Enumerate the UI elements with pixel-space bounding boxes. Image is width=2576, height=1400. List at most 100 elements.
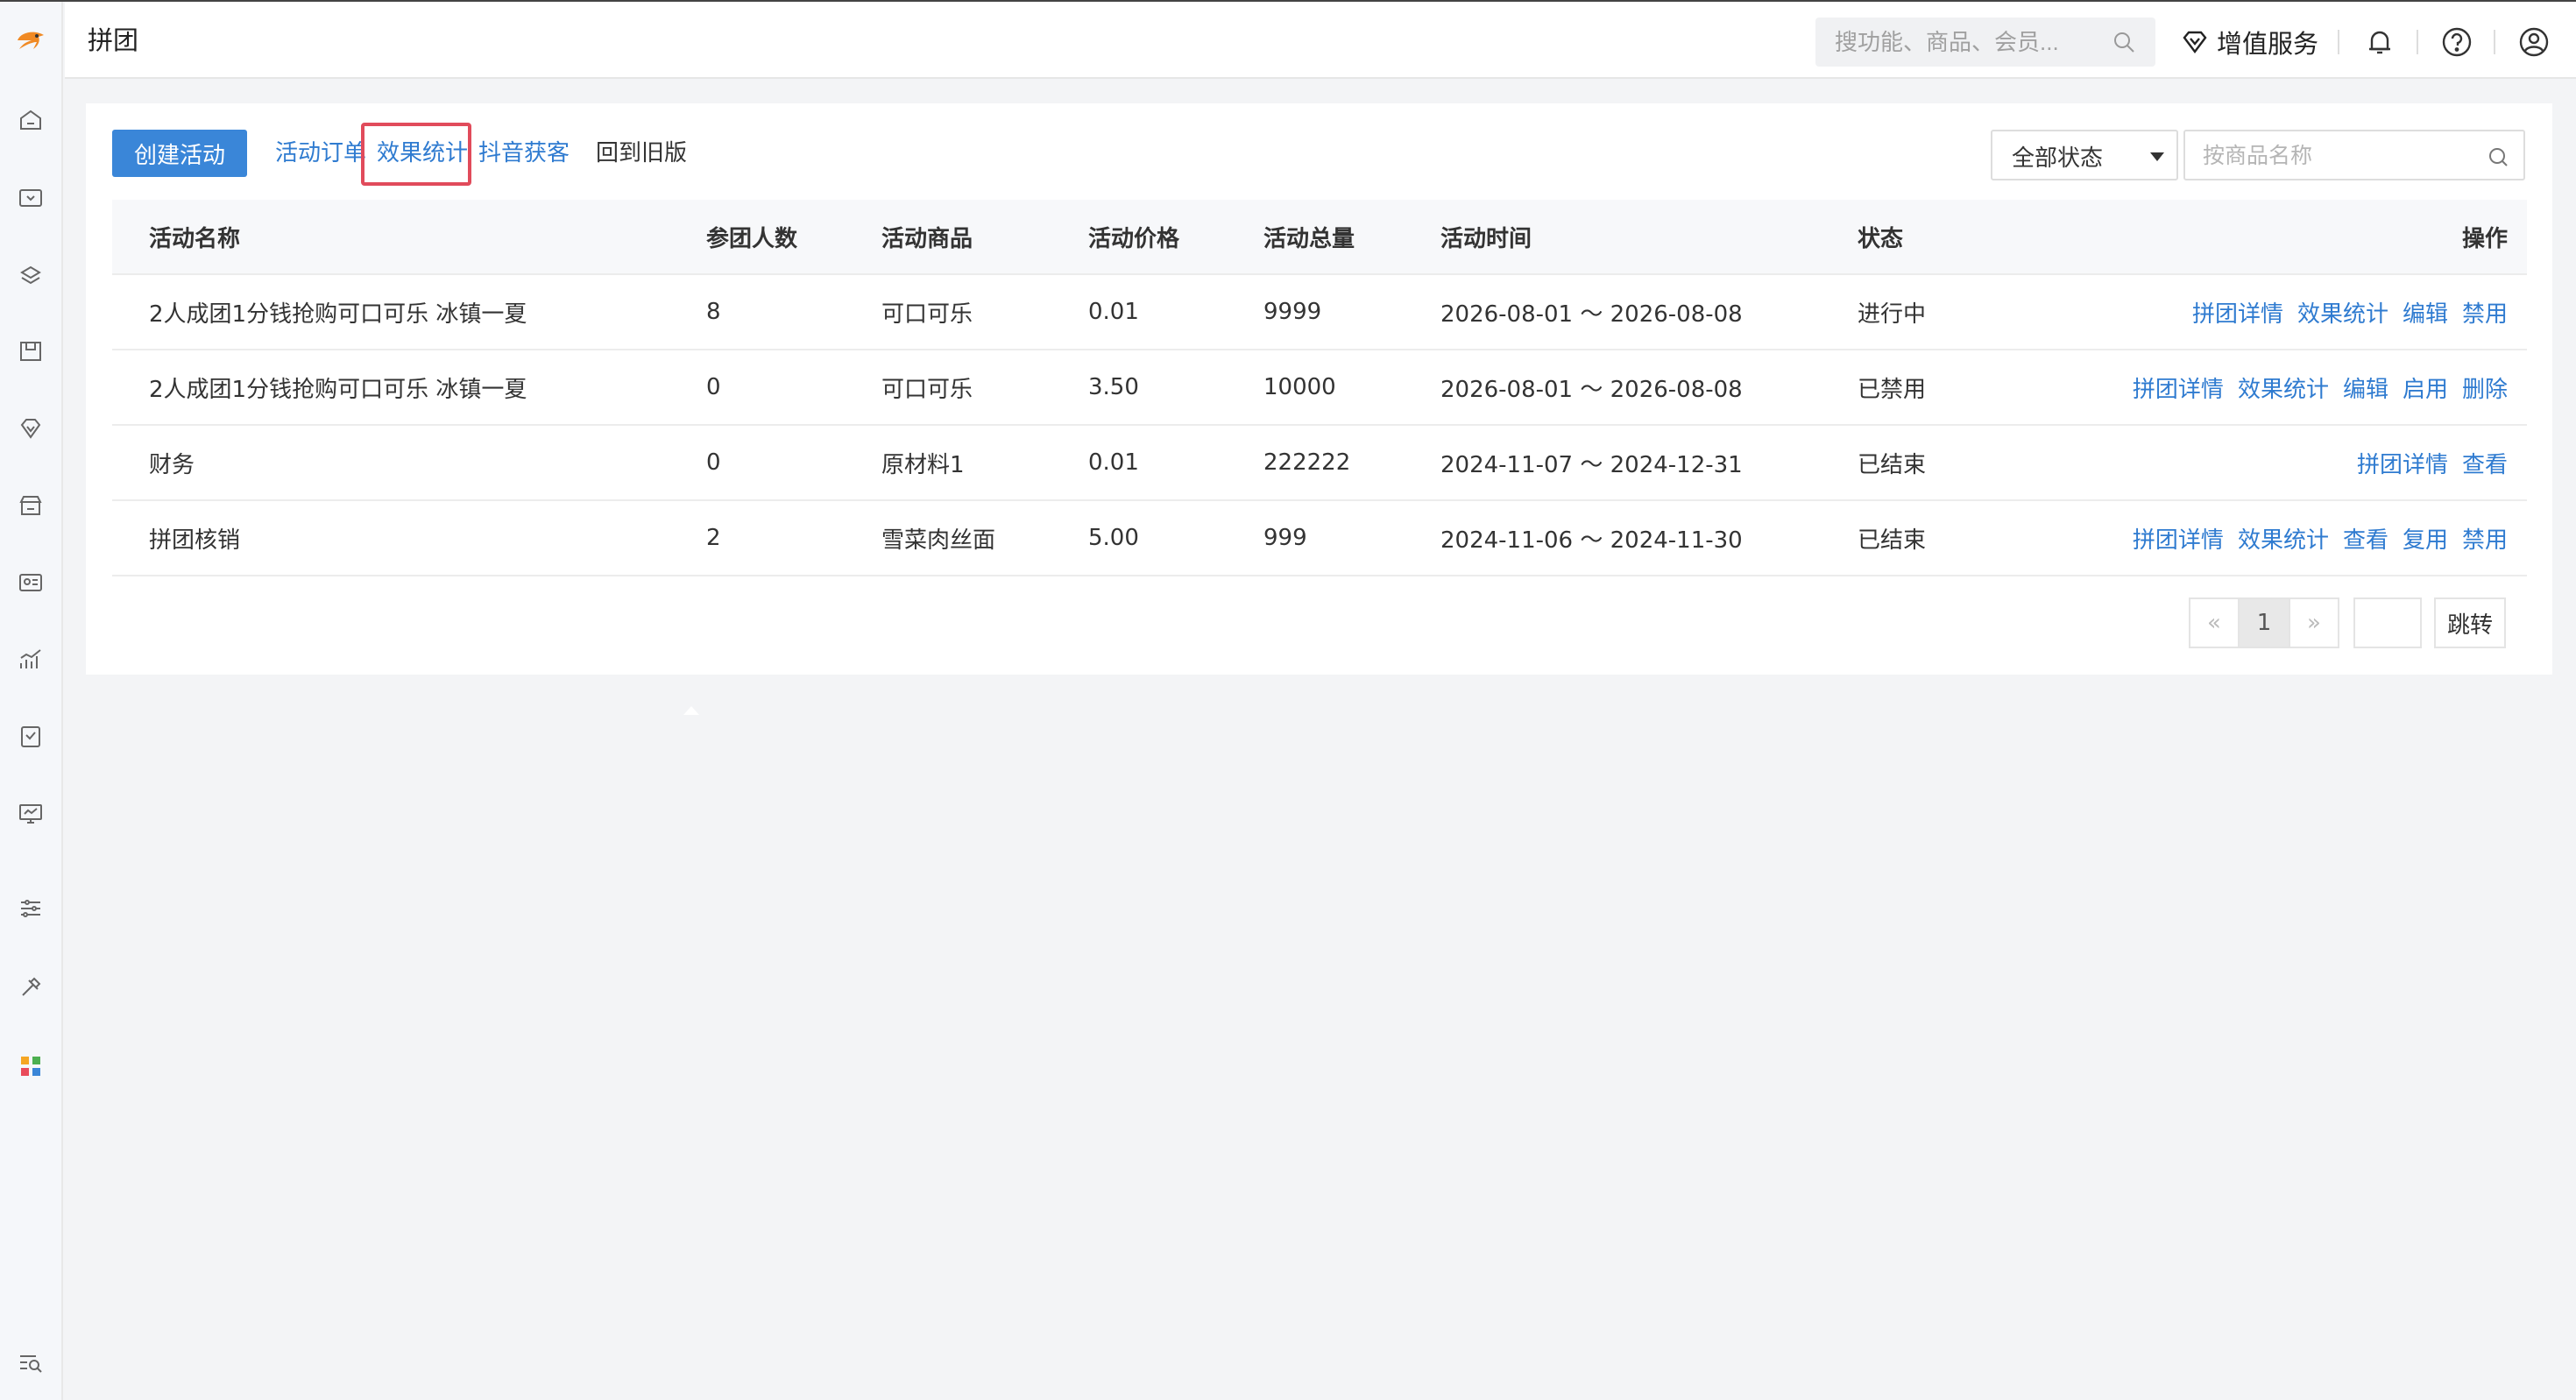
op-edit[interactable]: 编辑 (2343, 371, 2388, 404)
op-edit[interactable]: 编辑 (2403, 296, 2448, 329)
header-time: 活动时间 (1440, 225, 1532, 252)
cell-price: 0.01 (1088, 299, 1139, 325)
header-divider (2494, 30, 2495, 54)
settings-sliders-icon[interactable] (16, 894, 46, 923)
cell-time: 2024-11-07 ～ 2024-12-31 (1440, 451, 1743, 478)
highlight-annotation-box (361, 123, 471, 186)
menu-search-icon[interactable] (16, 1347, 46, 1377)
header-name: 活动名称 (149, 225, 241, 252)
op-effect-stats[interactable]: 效果统计 (2238, 522, 2329, 555)
cell-total: 9999 (1263, 299, 1322, 325)
cell-time: 2026-08-01 ～ 2026-08-08 (1440, 376, 1743, 403)
cell-ops: 拼团详情 效果统计 查看 复用 禁用 (2119, 501, 2508, 575)
op-effect-stats[interactable]: 效果统计 (2238, 371, 2329, 404)
search-icon[interactable] (2487, 145, 2509, 168)
sidebar (0, 2, 63, 1400)
status-filter-select[interactable]: 全部状态 (1991, 130, 2178, 180)
cell-status: 已结束 (1858, 451, 1927, 478)
pagination-prev-button[interactable]: « (2189, 597, 2240, 648)
cell-ops: 拼团详情 查看 (2343, 426, 2508, 499)
cell-status: 进行中 (1858, 301, 1927, 328)
op-group-detail[interactable]: 拼团详情 (2357, 447, 2448, 479)
cell-name: 拼团核销 (149, 527, 241, 554)
cell-time: 2026-08-01 ～ 2026-08-08 (1440, 301, 1743, 328)
header-ops: 操作 (2461, 225, 2508, 252)
analytics-icon[interactable] (16, 645, 46, 675)
goods-search-input[interactable] (2203, 140, 2483, 172)
op-group-detail[interactable]: 拼团详情 (2133, 522, 2224, 555)
help-icon[interactable] (2439, 25, 2474, 60)
cell-total: 999 (1263, 525, 1307, 551)
header-count: 参团人数 (706, 225, 798, 252)
page-title: 拼团 (88, 25, 139, 55)
create-activity-button[interactable]: 创建活动 (112, 130, 247, 177)
search-icon[interactable] (2112, 30, 2136, 54)
cell-name: 2人成团1分钱抢购可口可乐 冰镇一夏 (149, 301, 527, 328)
cell-name: 财务 (149, 451, 195, 478)
top-header: 拼团 增值服务 (65, 2, 2576, 79)
op-disable[interactable]: 禁用 (2462, 522, 2508, 555)
op-group-detail[interactable]: 拼团详情 (2192, 296, 2283, 329)
tooltip-arrow (683, 706, 699, 715)
table-row: 2人成团1分钱抢购可口可乐 冰镇一夏 0 可口可乐 3.50 10000 202… (112, 350, 2527, 426)
member-diamond-icon[interactable] (16, 414, 46, 443)
global-search[interactable] (1815, 18, 2155, 67)
cell-goods: 原材料1 (881, 451, 965, 478)
diamond-icon (2183, 31, 2207, 53)
table-row: 拼团核销 2 雪菜肉丝面 5.00 999 2024-11-06 ～ 2024-… (112, 501, 2527, 576)
caret-down-icon (2150, 152, 2164, 161)
apps-grid-icon[interactable] (16, 1051, 46, 1081)
cell-goods: 雪菜肉丝面 (881, 527, 996, 554)
vip-service-label: 增值服务 (2217, 29, 2319, 59)
op-delete[interactable]: 删除 (2462, 371, 2508, 404)
cell-total: 222222 (1263, 449, 1351, 476)
brand-logo-icon[interactable] (12, 23, 51, 61)
table-header-row: 活动名称 参团人数 活动商品 活动价格 活动总量 活动时间 状态 操作 (112, 200, 2527, 275)
cell-count: 8 (706, 299, 721, 325)
op-reuse[interactable]: 复用 (2403, 522, 2448, 555)
douyin-acquisition-link[interactable]: 抖音获客 (478, 137, 570, 170)
op-view[interactable]: 查看 (2343, 522, 2388, 555)
global-search-input[interactable] (1835, 26, 2098, 58)
header-divider (2338, 30, 2339, 54)
monitor-icon[interactable] (16, 799, 46, 829)
header-status: 状态 (1858, 225, 1904, 252)
vip-service-button[interactable]: 增值服务 (2180, 21, 2318, 63)
user-avatar-icon[interactable] (2516, 25, 2551, 60)
store-icon[interactable] (16, 491, 46, 520)
header-total: 活动总量 (1263, 225, 1355, 252)
pagination-next-button[interactable]: » (2289, 597, 2339, 648)
bell-icon[interactable] (2362, 25, 2397, 60)
header-price: 活动价格 (1088, 225, 1180, 252)
goods-icon[interactable] (16, 336, 46, 366)
back-to-old-version-link[interactable]: 回到旧版 (596, 137, 687, 170)
home-icon[interactable] (16, 105, 46, 135)
cell-ops: 拼团详情 效果统计 编辑 启用 删除 (2119, 350, 2508, 424)
cell-ops: 拼团详情 效果统计 编辑 禁用 (2178, 275, 2508, 349)
cell-time: 2024-11-06 ～ 2024-11-30 (1440, 527, 1743, 554)
pagination-page-button[interactable]: 1 (2238, 597, 2290, 648)
table-row: 2人成团1分钱抢购可口可乐 冰镇一夏 8 可口可乐 0.01 9999 2026… (112, 275, 2527, 350)
op-group-detail[interactable]: 拼团详情 (2133, 371, 2224, 404)
pagination-page-input[interactable] (2353, 597, 2422, 648)
op-effect-stats[interactable]: 效果统计 (2297, 296, 2388, 329)
tools-icon[interactable] (16, 972, 46, 1002)
op-enable[interactable]: 启用 (2403, 371, 2448, 404)
header-divider (2417, 30, 2418, 54)
op-disable[interactable]: 禁用 (2462, 296, 2508, 329)
cell-count: 0 (706, 374, 721, 400)
status-filter-value: 全部状态 (2012, 145, 2104, 172)
content-panel: 创建活动 活动订单 效果统计 抖音获客 回到旧版 全部状态 活动名称 参团人数 … (86, 103, 2552, 675)
activity-table: 活动名称 参团人数 活动商品 活动价格 活动总量 活动时间 状态 操作 2人成团… (112, 200, 2527, 576)
cashier-icon[interactable] (16, 182, 46, 212)
cell-total: 10000 (1263, 374, 1336, 400)
activity-orders-link[interactable]: 活动订单 (275, 137, 366, 170)
staff-card-icon[interactable] (16, 568, 46, 597)
goods-search[interactable] (2183, 130, 2525, 180)
pagination-jump-button[interactable]: 跳转 (2434, 597, 2506, 648)
cell-goods: 可口可乐 (881, 301, 973, 328)
op-view[interactable]: 查看 (2462, 447, 2508, 479)
marketing-icon[interactable] (16, 259, 46, 289)
report-icon[interactable] (16, 722, 46, 752)
cell-count: 0 (706, 449, 721, 476)
